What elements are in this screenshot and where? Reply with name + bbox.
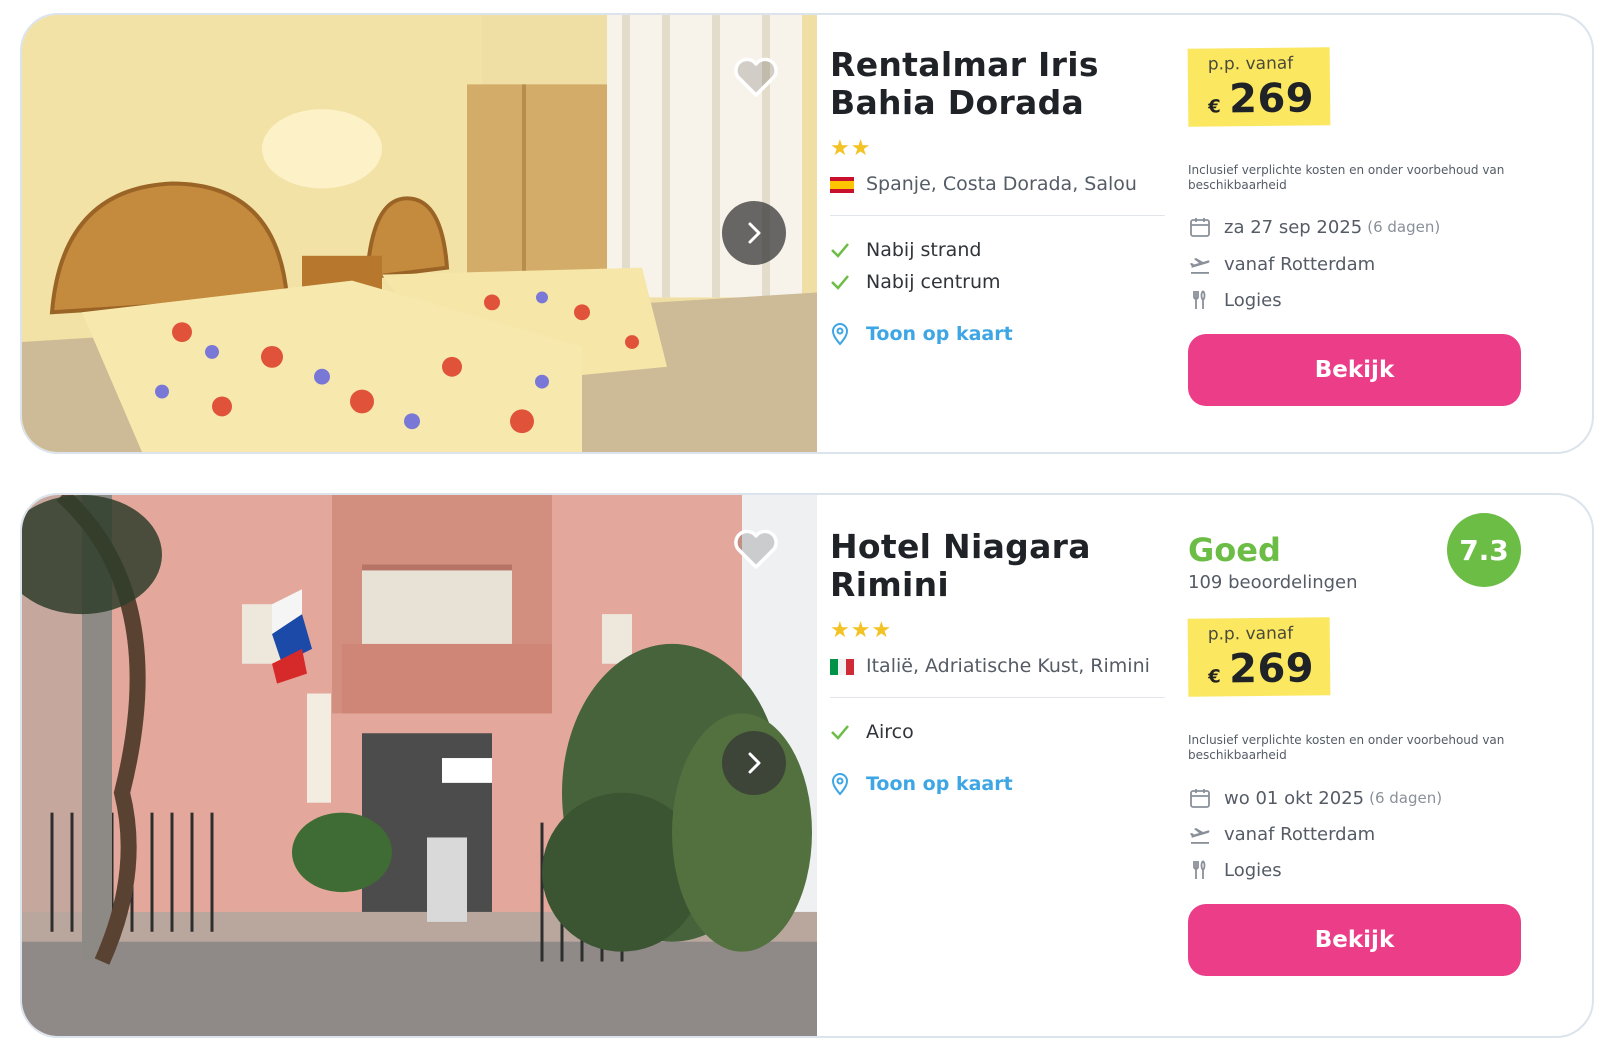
feature-item: Nabij strand [830,234,1190,266]
price-tag: p.p. vanaf € 269 [1187,47,1331,127]
spain-flag-icon [830,176,854,193]
view-button[interactable]: Bekijk [1188,904,1521,976]
next-photo-button[interactable] [722,731,786,795]
fork-knife-icon [1193,860,1206,879]
show-on-map-link[interactable]: Toon op kaart [830,772,1190,796]
departure-date: wo 01 okt 2025 (6 dagen) [1188,784,1442,812]
feature-list: Nabij strand Nabij centrum [830,234,1190,298]
review-score-badge: 7.3 [1447,513,1521,587]
plane-takeoff-icon [1190,258,1210,274]
price-tag: p.p. vanaf € 269 [1187,617,1331,697]
fork-knife-icon [1193,290,1206,309]
price-value: 269 [1228,645,1315,693]
check-icon [831,243,849,258]
hotel-title[interactable]: Hotel Niagara Rimini [830,528,1190,604]
hotel-photo[interactable] [22,495,817,1036]
chevron-right-icon [748,222,761,244]
calendar-icon [1190,218,1210,237]
board-type: Logies [1188,856,1282,884]
star-rating: ★★★ [830,618,893,643]
feature-item: Nabij centrum [830,266,1190,298]
check-icon [831,725,849,740]
board-type: Logies [1188,286,1282,314]
review-count[interactable]: 109 beoordelingen [1188,572,1358,593]
hotel-info: Hotel Niagara Rimini ★★★ Italië, Adriati… [830,528,1190,796]
favorite-heart-icon[interactable] [732,55,780,99]
view-button[interactable]: Bekijk [1188,334,1521,406]
rating-label: Goed [1188,531,1281,569]
location-text: Spanje, Costa Dorada, Salou [866,173,1137,195]
divider [830,215,1165,216]
divider [830,697,1165,698]
departure-airport: vanaf Rotterdam [1188,250,1375,278]
hotel-info: Rentalmar Iris Bahia Dorada ★★ Spanje, C… [830,46,1190,346]
show-on-map-link[interactable]: Toon op kaart [830,322,1190,346]
currency-symbol: € [1208,96,1221,118]
plane-takeoff-icon [1190,828,1210,844]
hotel-photo[interactable] [22,15,817,452]
location-text: Italië, Adriatische Kust, Rimini [866,655,1150,677]
map-pin-icon [831,323,849,346]
hotel-room-image [22,15,817,452]
favorite-heart-icon[interactable] [732,527,780,571]
hotel-facade-image [22,495,817,1036]
departure-date: za 27 sep 2025 (6 dagen) [1188,213,1440,241]
next-photo-button[interactable] [722,201,786,265]
price-label: p.p. vanaf [1207,53,1294,75]
feature-item: Airco [830,716,1190,748]
departure-airport: vanaf Rotterdam [1188,820,1375,848]
price-disclaimer: Inclusief verplichte kosten en onder voo… [1188,733,1505,762]
map-pin-icon [831,773,849,796]
calendar-icon [1190,789,1210,808]
price-label: p.p. vanaf [1207,623,1294,645]
feature-list: Airco [830,716,1190,748]
check-icon [831,275,849,290]
italy-flag-icon [830,658,854,675]
price-value: 269 [1228,75,1315,123]
price-disclaimer: Inclusief verplichte kosten en onder voo… [1188,163,1505,192]
hotel-location: Spanje, Costa Dorada, Salou [830,173,1190,195]
hotel-title[interactable]: Rentalmar Iris Bahia Dorada [830,46,1190,122]
chevron-right-icon [748,752,761,774]
star-rating: ★★ [830,136,872,161]
hotel-location: Italië, Adriatische Kust, Rimini [830,655,1190,677]
currency-symbol: € [1208,666,1221,688]
